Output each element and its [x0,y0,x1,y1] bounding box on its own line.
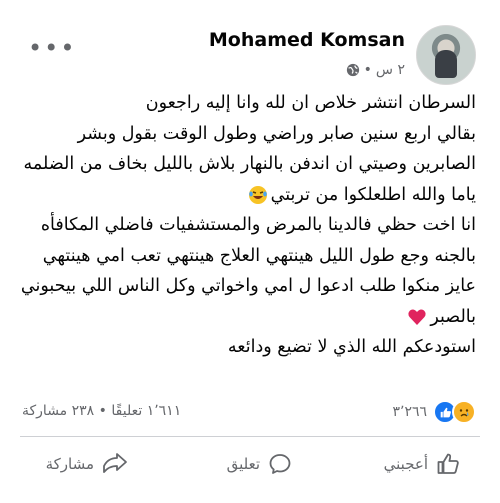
shares-count[interactable]: ٢٣٨ مشاركة [22,403,94,419]
avatar-figure [435,50,457,78]
reactions-summary[interactable]: ٣٬٢٦٦ [392,400,476,424]
engagement-counts: ١٬٦١١ تعليقًا • ٢٣٨ مشاركة [22,403,181,419]
like-label: أعجبني [383,455,428,473]
share-button[interactable]: مشاركة [46,452,128,476]
meta-dot: • [363,62,372,78]
post-stats: ١٬٦١١ تعليقًا • ٢٣٨ مشاركة ٣٬٢٦٦ [0,398,500,426]
post-paragraph: بقالي اربع سنين صابر وراضي وطول الوقت بق… [16,119,476,211]
reactions-count[interactable]: ٣٬٢٦٦ [392,404,427,420]
stats-divider [20,436,480,437]
red-heart-emoji [408,309,426,325]
comment-icon [269,454,291,474]
share-label: مشاركة [45,455,94,473]
comment-button[interactable]: تعليق [227,452,292,476]
share-icon [103,453,127,473]
laughing-emoji [248,185,267,204]
post-meta: ٢ س • [346,62,405,78]
comment-label: تعليق [226,455,260,473]
post-paragraph: السرطان انتشر خلاص ان لله وانا إليه راجع… [145,93,476,113]
post-actions: أعجبني تعليق مشاركة [0,446,500,492]
stats-dot: • [98,403,107,419]
sad-reaction-icon [452,400,476,424]
post-header: ••• Mohamed Komsan ٢ س • [0,12,500,85]
more-options-icon[interactable]: ••• [28,34,76,62]
post-body: السرطان انتشر خلاص ان لله وانا إليه راجع… [16,88,476,363]
globe-icon[interactable] [346,63,360,77]
post-paragraph: استودعكم الله الذي لا تضيع ودائعه [227,337,476,357]
post-paragraph: انا اخت حظي فالدينا بالمرض والمستشفيات ف… [16,210,476,332]
author-name[interactable]: Mohamed Komsan [209,29,405,51]
like-button[interactable]: أعجبني [384,452,460,476]
thumbs-up-icon [437,453,459,474]
author-avatar[interactable] [416,25,476,85]
comments-count[interactable]: ١٬٦١١ تعليقًا [111,403,181,419]
post-time[interactable]: ٢ س [376,62,405,78]
